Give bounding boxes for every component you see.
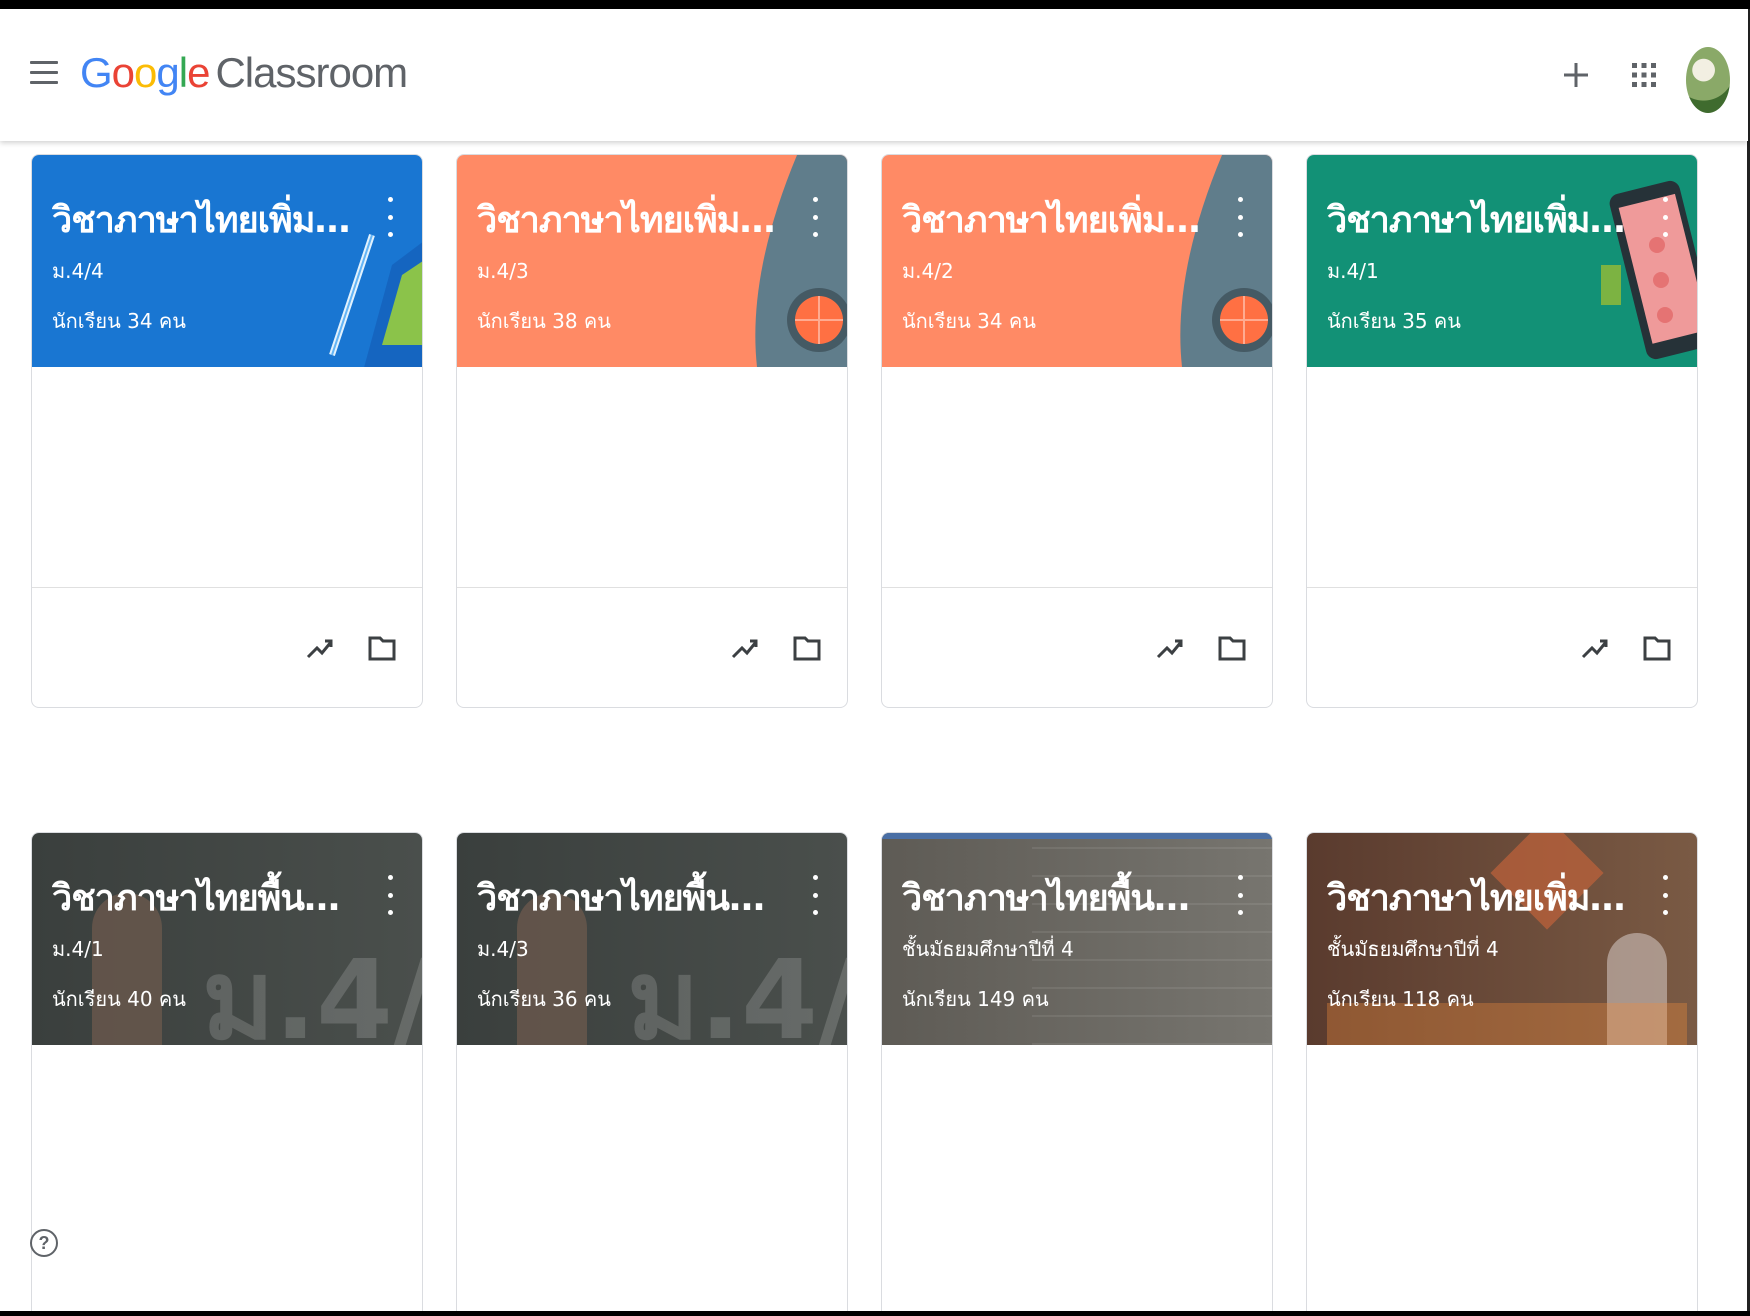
banner-stripe — [882, 833, 1272, 839]
class-title-link[interactable]: วิชาภาษาไทยพื้นฐาน — [477, 869, 777, 926]
create-join-class-button[interactable] — [1554, 53, 1598, 97]
class-card-footer — [1307, 587, 1697, 707]
class-card-header[interactable]: วิชาภาษาไทยเพิ่มเติม ... ชั้นมัธยมศึกษาป… — [1307, 833, 1697, 1045]
class-card-header[interactable]: วิชาภาษาไทยพื้นฐาน ท... ชั้นมัธยมศึกษาปี… — [882, 833, 1272, 1045]
trending-up-icon[interactable] — [302, 630, 338, 666]
classroom-window: Google Classroom วิชาภาษาไทยเพิ่มเติม ม.… — [0, 9, 1750, 1311]
class-card-footer — [882, 587, 1272, 707]
trending-up-icon[interactable] — [1152, 630, 1188, 666]
help-icon[interactable]: ? — [30, 1229, 58, 1257]
class-card: วิชาภาษาไทยเพิ่มเติม ม.4/4 นักเรียน 34 ค… — [31, 154, 423, 708]
class-section: ม.4/4 — [52, 259, 104, 283]
class-card: วิชาภาษาไทยเพิ่มเติม ม.4/3 นักเรียน 38 ค… — [456, 154, 848, 708]
class-title-link[interactable]: วิชาภาษาไทยเพิ่มเติม — [52, 191, 352, 248]
folder-icon[interactable] — [1639, 630, 1675, 666]
class-section: ม.4/2 — [902, 259, 954, 283]
logo-letter: g — [156, 49, 179, 96]
class-title-link[interactable]: วิชาภาษาไทยพื้นฐาน ท... — [902, 869, 1202, 926]
logo-letter: o — [134, 49, 157, 96]
logo-letter: o — [111, 49, 135, 96]
trending-up-icon[interactable] — [727, 630, 763, 666]
class-card-header[interactable]: ม.4/3 วิชาภาษาไทยพื้นฐาน ม.4/3 นักเรียน … — [457, 833, 847, 1045]
science-illustration-icon — [1180, 155, 1272, 367]
folder-icon[interactable] — [364, 630, 400, 666]
more-vert-icon[interactable] — [1230, 197, 1250, 237]
class-card: วิชาภาษาไทยเพิ่มเติม ม.4/2 นักเรียน 34 ค… — [881, 154, 1273, 708]
student-count: นักเรียน 149 คน — [902, 987, 1049, 1011]
folder-icon[interactable] — [789, 630, 825, 666]
class-section: ม.4/1 — [1327, 259, 1379, 283]
class-card-header[interactable]: ม.4/1 วิชาภาษาไทยพื้นฐาน ม.4/1 นักเรียน … — [32, 833, 422, 1045]
logo-letter: G — [80, 49, 113, 96]
class-card: ม.4/3 วิชาภาษาไทยพื้นฐาน ม.4/3 นักเรียน … — [456, 832, 848, 1311]
apps-grid-icon — [1632, 63, 1656, 87]
class-title-link[interactable]: วิชาภาษาไทยพื้นฐาน — [52, 869, 352, 926]
class-title-link[interactable]: วิชาภาษาไทยเพิ่มเติม ... — [1327, 869, 1627, 926]
banner-chalk-text: ม.4/1 — [202, 936, 422, 1045]
class-card-footer — [457, 587, 847, 707]
logo-product-name: Classroom — [215, 49, 408, 96]
google-apps-button[interactable] — [1622, 53, 1666, 97]
more-vert-icon[interactable] — [1230, 875, 1250, 915]
class-card-header[interactable]: วิชาภาษาไทยเพิ่มเติม ม.4/3 นักเรียน 38 ค… — [457, 155, 847, 367]
class-section: ม.4/1 — [52, 937, 104, 961]
class-section: ชั้นมัธยมศึกษาปีที่ 4 — [1327, 937, 1499, 961]
class-card-footer — [32, 587, 422, 707]
class-card: วิชาภาษาไทยพื้นฐาน ท... ชั้นมัธยมศึกษาปี… — [881, 832, 1273, 1311]
student-count: นักเรียน 36 คน — [477, 987, 611, 1011]
top-app-bar: Google Classroom — [0, 9, 1748, 141]
student-count: นักเรียน 34 คน — [52, 309, 186, 333]
class-section: ชั้นมัธยมศึกษาปีที่ 4 — [902, 937, 1074, 961]
science-illustration-icon — [755, 155, 847, 367]
class-card-header[interactable]: วิชาภาษาไทยเพิ่มเติม ม.4/2 นักเรียน 34 ค… — [882, 155, 1272, 367]
student-count: นักเรียน 38 คน — [477, 309, 611, 333]
class-card-header[interactable]: วิชาภาษาไทยเพิ่มเติม ม.4/4 นักเรียน 34 ค… — [32, 155, 422, 367]
student-count: นักเรียน 40 คน — [52, 987, 186, 1011]
student-count: นักเรียน 118 คน — [1327, 987, 1474, 1011]
logo-letter: e — [187, 49, 210, 96]
logo-letter: l — [178, 49, 188, 96]
more-vert-icon[interactable] — [380, 197, 400, 237]
more-vert-icon[interactable] — [1655, 875, 1675, 915]
more-vert-icon[interactable] — [805, 197, 825, 237]
class-card: วิชาภาษาไทยเพิ่มเติม ม.4/1 นักเรียน 35 ค… — [1306, 154, 1698, 708]
class-section: ม.4/3 — [477, 259, 529, 283]
folder-icon[interactable] — [1214, 630, 1250, 666]
class-title-link[interactable]: วิชาภาษาไทยเพิ่มเติม — [902, 191, 1202, 248]
class-title-link[interactable]: วิชาภาษาไทยเพิ่มเติม — [1327, 191, 1627, 248]
class-section: ม.4/3 — [477, 937, 529, 961]
student-count: นักเรียน 34 คน — [902, 309, 1036, 333]
hamburger-menu-icon[interactable] — [30, 61, 58, 85]
class-card-header[interactable]: วิชาภาษาไทยเพิ่มเติม ม.4/1 นักเรียน 35 ค… — [1307, 155, 1697, 367]
class-title-link[interactable]: วิชาภาษาไทยเพิ่มเติม — [477, 191, 777, 248]
banner-chalk-text: ม.4/3 — [627, 936, 847, 1045]
more-vert-icon[interactable] — [805, 875, 825, 915]
class-card: ม.4/1 วิชาภาษาไทยพื้นฐาน ม.4/1 นักเรียน … — [31, 832, 423, 1311]
class-card: วิชาภาษาไทยเพิ่มเติม ... ชั้นมัธยมศึกษาป… — [1306, 832, 1698, 1311]
plus-icon — [1564, 63, 1588, 87]
account-avatar[interactable] — [1686, 47, 1730, 113]
trending-up-icon[interactable] — [1577, 630, 1613, 666]
google-classroom-logo[interactable]: Google Classroom — [80, 49, 408, 97]
more-vert-icon[interactable] — [1655, 197, 1675, 237]
student-count: นักเรียน 35 คน — [1327, 309, 1461, 333]
more-vert-icon[interactable] — [380, 875, 400, 915]
